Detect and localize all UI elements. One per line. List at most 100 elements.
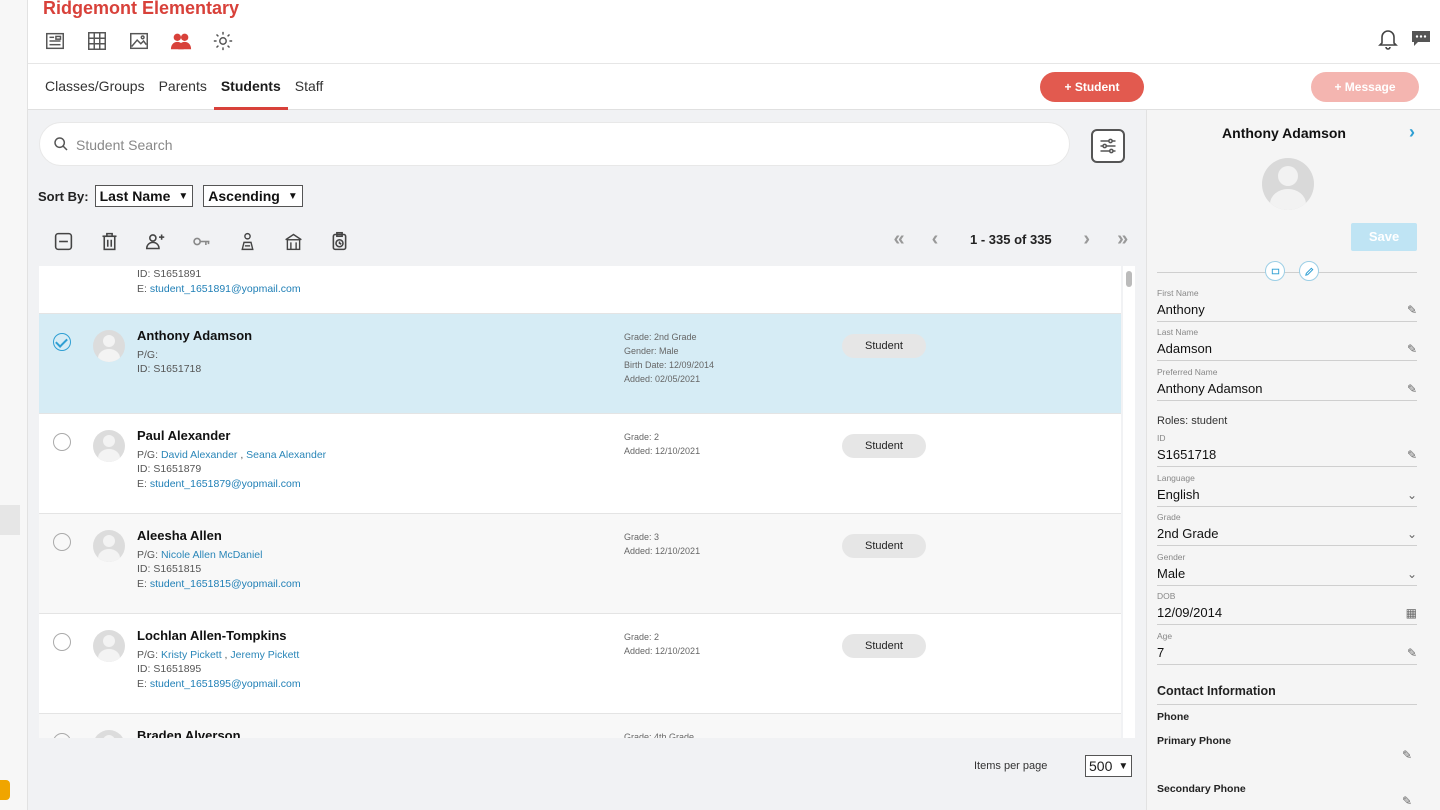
pencil-icon[interactable]: [1299, 261, 1319, 281]
table-row[interactable]: Braden Alverson Grade: 4th Grade: [39, 714, 1121, 738]
preferred-name-field[interactable]: Preferred Name Anthony Adamson ✎: [1157, 367, 1417, 401]
add-student-button[interactable]: + Student: [1040, 72, 1144, 102]
edit-icon[interactable]: ✎: [1407, 342, 1417, 356]
parent-link[interactable]: Seana Alexander: [246, 449, 326, 461]
first-name-field[interactable]: First Name Anthony ✎: [1157, 288, 1417, 322]
school-building-icon[interactable]: [280, 228, 306, 254]
row-checkbox[interactable]: [53, 633, 71, 651]
save-button[interactable]: Save: [1351, 223, 1417, 251]
chat-icon[interactable]: [1410, 26, 1434, 55]
student-meta: Grade: 2 Added: 12/10/2021: [624, 630, 700, 658]
table-row[interactable]: Anthony Adamson P/G: ID: S1651718 Grade:…: [39, 314, 1121, 414]
secondary-phone-label: Secondary Phone: [1157, 783, 1246, 795]
tab-students[interactable]: Students: [213, 64, 288, 110]
link-key-icon[interactable]: [188, 228, 214, 254]
chevron-down-icon: ▼: [1118, 760, 1129, 772]
table-row[interactable]: Paul Alexander P/G: David Alexander , Se…: [39, 414, 1121, 514]
edit-icon[interactable]: ✎: [1402, 748, 1412, 762]
settings-icon[interactable]: [210, 28, 235, 53]
sort-order-select[interactable]: Ascending ▼: [203, 185, 303, 207]
meta-added: Added: 12/10/2021: [624, 446, 701, 456]
chevron-right-icon[interactable]: ›: [1409, 122, 1415, 143]
scrollbar-thumb[interactable]: [1126, 271, 1132, 287]
section-tabs: Classes/Groups Parents Students Staff: [45, 64, 323, 110]
pg-separator: ,: [237, 449, 247, 461]
gallery-icon[interactable]: [126, 28, 151, 53]
grade-value: 2nd Grade: [1157, 526, 1219, 541]
row-checkbox[interactable]: [53, 433, 71, 451]
chevron-down-icon: ⌄: [1406, 526, 1417, 541]
table-row[interactable]: ID: S1651891 E: student_1651891@yopmail.…: [39, 266, 1121, 314]
row-checkbox[interactable]: [53, 533, 71, 551]
meta-grade: Grade: 2nd Grade: [624, 332, 697, 342]
tab-staff[interactable]: Staff: [295, 64, 324, 110]
meta-birth-date: Birth Date: 12/09/2014: [624, 360, 715, 370]
meta-added: Added: 12/10/2021: [624, 546, 701, 556]
meta-grade: Grade: 2: [624, 632, 660, 642]
next-page-icon[interactable]: ›: [1076, 228, 1098, 251]
bell-icon[interactable]: [1376, 26, 1400, 55]
id-field[interactable]: ID S1651718 ✎: [1157, 433, 1417, 467]
table-row[interactable]: Lochlan Allen-Tompkins P/G: Kristy Picke…: [39, 614, 1121, 714]
student-name[interactable]: Anthony Adamson: [137, 328, 252, 343]
calendar-icon[interactable]: ▦: [1406, 606, 1417, 620]
email-prefix: E:: [137, 578, 150, 590]
edit-icon[interactable]: ✎: [1402, 794, 1412, 808]
age-field[interactable]: Age 7 ✎: [1157, 631, 1417, 665]
row-checkbox[interactable]: [53, 333, 71, 351]
pagination: « ‹ 1 - 335 of 335 › »: [888, 228, 1134, 251]
filter-settings-button[interactable]: [1091, 129, 1125, 163]
edit-icon[interactable]: ✎: [1407, 303, 1417, 317]
message-button[interactable]: + Message: [1311, 72, 1419, 102]
grid-icon[interactable]: [84, 28, 109, 53]
parent-guardian-line: P/G: David Alexander , Seana Alexander: [137, 449, 326, 461]
last-page-icon[interactable]: »: [1112, 228, 1134, 251]
meta-added: Added: 02/05/2021: [624, 374, 701, 384]
field-label: Language: [1157, 473, 1195, 483]
parent-link[interactable]: Nicole Allen McDaniel: [161, 549, 263, 561]
contact-info-heading: Contact Information: [1157, 684, 1276, 698]
student-email-link[interactable]: student_1651815@yopmail.com: [150, 578, 301, 590]
prev-page-icon[interactable]: ‹: [924, 228, 946, 251]
edit-icon[interactable]: ✎: [1407, 646, 1417, 660]
edit-icon[interactable]: ✎: [1407, 382, 1417, 396]
detail-avatar[interactable]: [1262, 158, 1314, 210]
student-name[interactable]: Braden Alverson: [137, 728, 241, 738]
student-search-input[interactable]: [76, 133, 976, 157]
dob-field[interactable]: DOB 12/09/2014 ▦: [1157, 591, 1417, 625]
assign-parent-icon[interactable]: [142, 228, 168, 254]
view-toggle-icon[interactable]: [1265, 261, 1285, 281]
table-row[interactable]: Aleesha Allen P/G: Nicole Allen McDaniel…: [39, 514, 1121, 614]
parent-link[interactable]: David Alexander: [161, 449, 237, 461]
parent-link[interactable]: Kristy Pickett: [161, 649, 222, 661]
student-email-link[interactable]: student_1651895@yopmail.com: [150, 678, 301, 690]
edit-icon[interactable]: ✎: [1407, 448, 1417, 462]
class-assign-icon[interactable]: [234, 228, 260, 254]
gender-select[interactable]: Gender Male ⌄: [1157, 552, 1417, 586]
student-email-line: E: student_1651895@yopmail.com: [137, 678, 301, 690]
student-email-link[interactable]: student_1651891@yopmail.com: [150, 283, 301, 295]
deselect-all-icon[interactable]: [50, 228, 76, 254]
parent-link[interactable]: Jeremy Pickett: [230, 649, 299, 661]
people-icon[interactable]: [168, 28, 193, 53]
last-name-field[interactable]: Last Name Adamson ✎: [1157, 327, 1417, 361]
detail-student-name: Anthony Adamson: [1222, 125, 1346, 141]
trash-icon[interactable]: [96, 228, 122, 254]
list-scrollbar[interactable]: [1123, 266, 1135, 738]
student-name[interactable]: Lochlan Allen-Tompkins: [137, 628, 287, 643]
field-label: Age: [1157, 631, 1173, 641]
clipboard-clock-icon[interactable]: [326, 228, 352, 254]
tab-parents[interactable]: Parents: [159, 64, 207, 110]
student-email-link[interactable]: student_1651879@yopmail.com: [150, 478, 301, 490]
field-label: Last Name: [1157, 327, 1199, 337]
language-select[interactable]: Language English ⌄: [1157, 473, 1417, 507]
grade-select[interactable]: Grade 2nd Grade ⌄: [1157, 512, 1417, 546]
parent-guardian-line: P/G: Kristy Pickett , Jeremy Pickett: [137, 649, 299, 661]
tab-classes-groups[interactable]: Classes/Groups: [45, 64, 145, 110]
first-page-icon[interactable]: «: [888, 228, 910, 251]
student-name[interactable]: Paul Alexander: [137, 428, 230, 443]
items-per-page-select[interactable]: 500 ▼: [1085, 755, 1133, 777]
newsfeed-icon[interactable]: [42, 28, 67, 53]
sort-field-select[interactable]: Last Name ▼: [94, 185, 194, 207]
student-name[interactable]: Aleesha Allen: [137, 528, 222, 543]
